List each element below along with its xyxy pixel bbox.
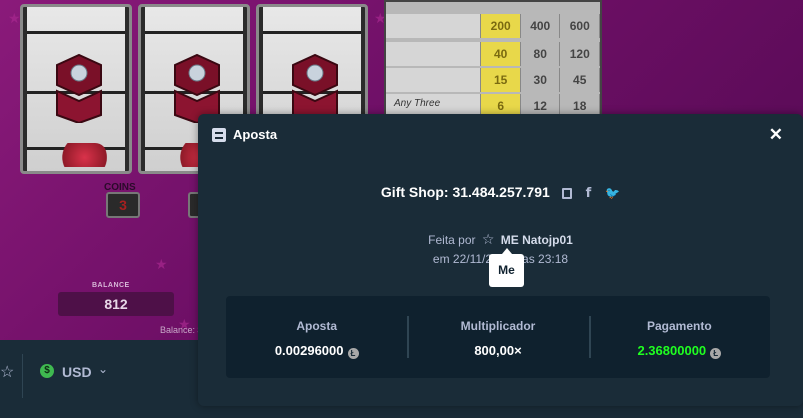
stat-label: Multiplicador (460, 319, 536, 333)
user-prefix: ME (500, 233, 519, 247)
balance-display: 812 (58, 292, 174, 316)
paytable-value: 400 (521, 14, 561, 38)
paytable-value: 30 (521, 68, 561, 92)
paytable-value: 40 (481, 42, 521, 66)
star-decoration: ★ (155, 256, 168, 272)
paytable-row: 40 80 120 (386, 42, 600, 66)
modal-title: Aposta (233, 127, 278, 142)
paytable-value: 15 (481, 68, 521, 92)
coins-display: 3 (106, 192, 140, 218)
teddy-icon (386, 42, 482, 66)
litecoin-icon: Ł (710, 348, 722, 359)
game-id-line: Gift Shop: 31.484.257.791 f 🐦 (198, 184, 803, 201)
paytable: 200 400 600 40 80 120 15 30 45 Any Three… (384, 0, 602, 120)
placed-by-label: Feita por (428, 233, 476, 247)
paytable-value: 80 (521, 42, 561, 66)
gift-icon (386, 14, 482, 38)
bet-date-prefix: em 22/11/2 (432, 252, 493, 266)
stat-value: 0.00296000 Ł (226, 343, 407, 359)
litecoin-icon: Ł (347, 348, 359, 359)
stat-bet: Aposta 0.00296000 Ł (226, 296, 407, 378)
placed-by-line: Feita por ☆ ME Natojp01 (198, 232, 803, 248)
bet-id[interactable]: 31.484.257.791 (452, 184, 549, 200)
facebook-icon[interactable]: f (586, 186, 592, 201)
paytable-row: 200 400 600 (386, 14, 600, 38)
paytable-row: 15 30 45 (386, 68, 600, 92)
favorite-star-icon[interactable]: ☆ (0, 362, 14, 382)
bet-date-suffix: as 23:18 (522, 252, 569, 266)
balance-small-label: Balance: $ (160, 325, 203, 335)
bet-slip-icon (212, 128, 226, 142)
game-footer (0, 340, 200, 418)
game-name[interactable]: Gift Shop: (381, 184, 449, 200)
gift-icon (292, 53, 338, 123)
stat-value: 2.36800000 Ł (589, 343, 770, 359)
stat-payout: Pagamento 2.36800000 Ł (588, 296, 770, 378)
chevron-down-icon[interactable]: ⌄ (98, 362, 108, 376)
rose-icon (386, 68, 482, 92)
rose-icon (51, 143, 107, 167)
star-outline-icon: ☆ (481, 232, 495, 248)
paytable-value: 200 (481, 14, 521, 38)
tooltip: Me (489, 248, 524, 287)
bet-stats-panel: Aposta 0.00296000 Ł Multiplicador 800,00×… (226, 296, 770, 378)
paytable-value: 600 (560, 14, 600, 38)
modal-header: Aposta ✕ (198, 114, 803, 154)
footer-divider (22, 354, 23, 398)
slot-reel (20, 4, 132, 174)
usd-currency-icon: $ (40, 364, 54, 378)
username-link[interactable]: Natojp01 (522, 233, 573, 247)
stat-label: Pagamento (646, 319, 712, 333)
paytable-value: 120 (560, 42, 600, 66)
bet-details-modal: Aposta ✕ Gift Shop: 31.484.257.791 f 🐦 F… (198, 114, 803, 406)
stat-value: 800,00× (474, 343, 522, 358)
close-icon[interactable]: ✕ (769, 125, 783, 145)
gift-icon (56, 53, 102, 123)
stat-multiplier: Multiplicador 800,00× (407, 296, 588, 378)
balance-label: BALANCE (92, 282, 130, 289)
copy-icon[interactable] (561, 188, 572, 199)
stat-label: Aposta (296, 319, 337, 333)
gift-icon (174, 53, 220, 123)
twitter-icon[interactable]: 🐦 (605, 186, 620, 200)
currency-selector[interactable]: USD (62, 364, 92, 380)
star-decoration: ★ (8, 10, 21, 26)
paytable-value: 45 (560, 68, 600, 92)
